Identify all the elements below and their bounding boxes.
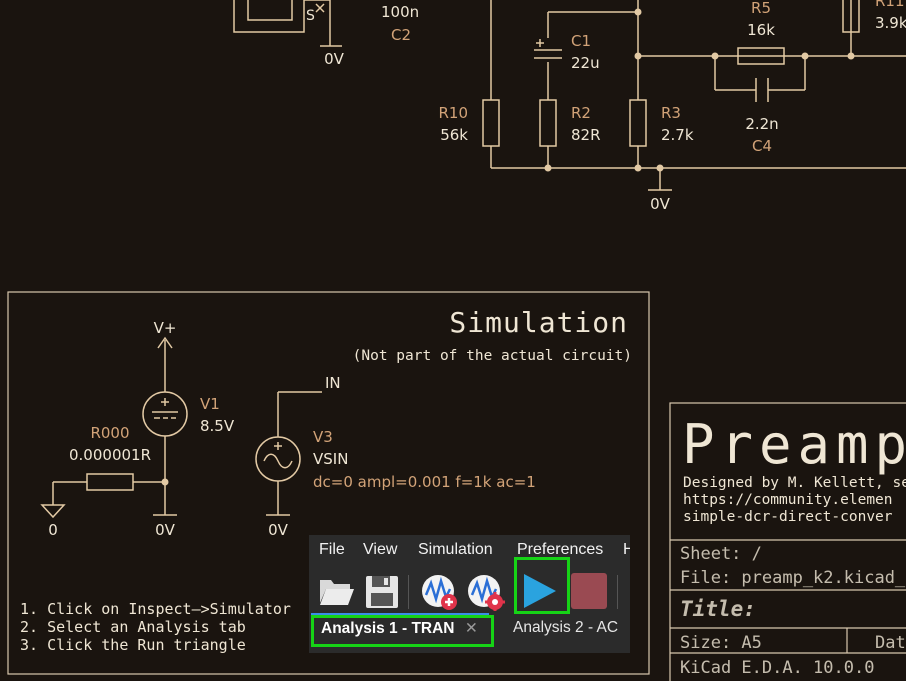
r10-value: 56k — [440, 126, 468, 144]
title-block-date: Dat — [875, 633, 906, 653]
r11-value: 3.9k — [875, 14, 906, 32]
title-block-size: Size: A5 — [680, 633, 762, 653]
switch-symbol — [233, 0, 342, 47]
gnd-label: 0 — [48, 521, 58, 539]
c1-value: 22u — [571, 54, 600, 72]
simulation-settings-icon[interactable] — [465, 571, 505, 612]
title-block-file: File: preamp_k2.kicad_ — [680, 568, 906, 588]
c4-value: 2.2n — [745, 115, 778, 133]
instruction-line: 1. Click on Inspect—>Simulator — [20, 600, 291, 618]
v3-ref: V3 — [313, 428, 333, 446]
r5-value: 16k — [747, 21, 775, 39]
title-block-title-label: Title: — [680, 597, 756, 621]
r3-symbol — [629, 99, 647, 147]
tab-highlight-box — [311, 615, 494, 647]
title-block-big-title: Preamp — [682, 413, 906, 476]
add-signals-icon[interactable] — [419, 571, 459, 611]
gnd-label: 0V — [324, 50, 345, 68]
simulation-subtitle: (Not part of the actual circuit) — [353, 348, 632, 364]
gnd-label: 0V — [650, 195, 671, 213]
r2-ref: R2 — [571, 104, 591, 122]
simulation-title: Simulation — [449, 306, 628, 339]
menu-simulation[interactable]: Simulation — [418, 541, 493, 559]
v1-value: 8.5V — [200, 417, 235, 435]
r10-symbol — [482, 99, 500, 147]
simulator-menubar: File View Simulation Preferences H — [309, 535, 630, 565]
title-block-url: simple-dcr-direct-conver — [683, 509, 893, 525]
c2-ref: C2 — [391, 26, 411, 44]
menu-help[interactable]: H — [623, 541, 630, 559]
r11-ref: R11 — [875, 0, 905, 10]
r3-value: 2.7k — [661, 126, 694, 144]
folder-open-icon[interactable] — [316, 571, 356, 611]
menu-view[interactable]: View — [363, 541, 397, 559]
c1-symbol — [534, 39, 562, 59]
title-block-url: https://community.elemen — [683, 492, 893, 508]
menu-file[interactable]: File — [319, 541, 345, 559]
instruction-line: 2. Select an Analysis tab — [20, 618, 246, 636]
r2-value: 82R — [571, 126, 601, 144]
save-icon[interactable] — [362, 571, 402, 611]
stop-icon[interactable] — [569, 571, 609, 611]
v1-ref: V1 — [200, 395, 220, 413]
toolbar-divider — [408, 575, 409, 609]
r000-value: 0.000001R — [69, 446, 151, 464]
gnd-label: 0V — [268, 521, 289, 539]
c4-ref: C4 — [752, 137, 772, 155]
r5-ref: R5 — [751, 0, 771, 17]
title-block-sheet: Sheet: / — [680, 544, 762, 564]
tab-label: Analysis 2 - AC — [513, 619, 619, 636]
c1-ref: C1 — [571, 32, 591, 50]
v3-value: VSIN — [313, 450, 348, 468]
title-block-designer: Designed by M. Kellett, se — [683, 475, 906, 491]
simulator-window: File View Simulation Preferences H Analy… — [309, 535, 630, 653]
r3-ref: R3 — [661, 104, 681, 122]
c4-symbol — [755, 78, 769, 102]
v3-params: dc=0 ampl=0.001 f=1k ac=1 — [313, 473, 536, 491]
toolbar-divider — [617, 575, 618, 609]
title-block-version: KiCad E.D.A. 10.0.0 — [680, 658, 874, 678]
v1-net-label: V+ — [154, 319, 177, 337]
run-highlight-box — [514, 557, 570, 614]
v1-source-symbol — [142, 336, 188, 516]
gnd-label: 0V — [155, 521, 176, 539]
switch-pin-label: S — [306, 8, 315, 24]
simulator-toolbar — [309, 567, 630, 615]
r2-symbol — [539, 99, 557, 147]
r000-ref: R000 — [90, 424, 129, 442]
instruction-line: 3. Click the Run triangle — [20, 636, 246, 654]
r10-ref: R10 — [438, 104, 468, 122]
c2-value: 100n — [381, 3, 419, 21]
v3-net-label: IN — [325, 374, 341, 392]
r000-symbol — [40, 473, 169, 519]
tab-analysis-2[interactable]: Analysis 2 - AC — [513, 619, 618, 645]
